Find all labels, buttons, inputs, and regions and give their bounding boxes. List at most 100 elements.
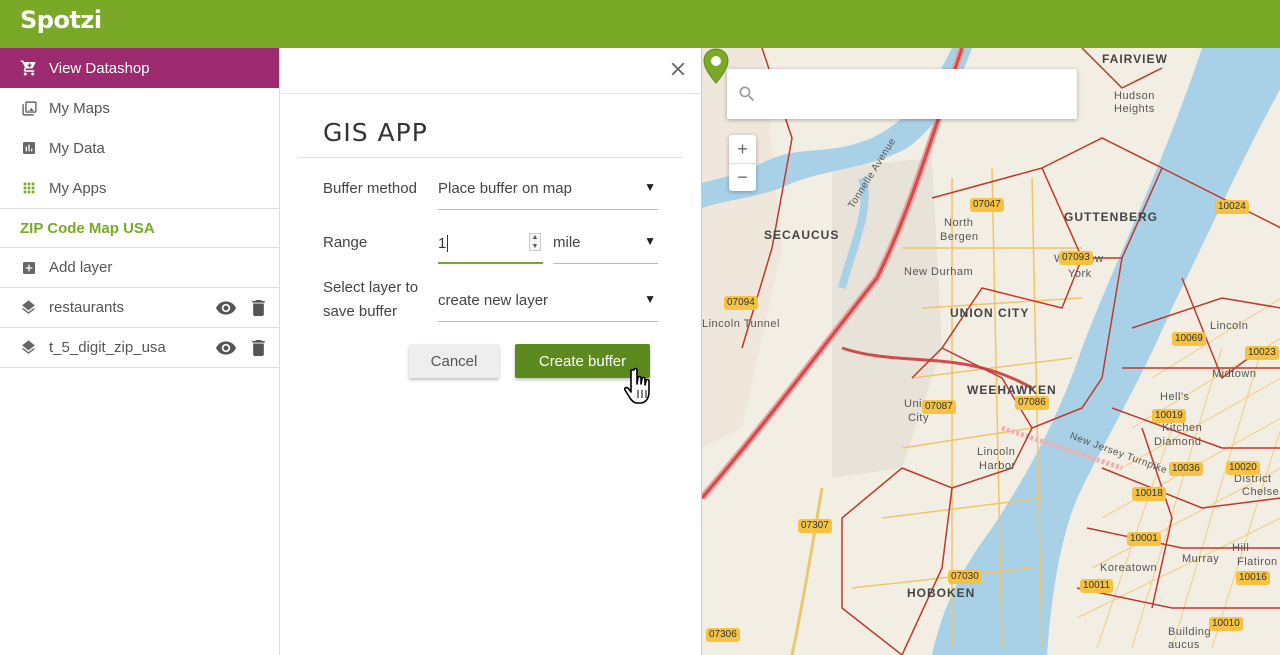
spinner-icon[interactable]: ▲ ▼: [529, 233, 541, 251]
caret-down-icon: ▼: [644, 180, 656, 194]
layers-icon: [20, 299, 38, 316]
place-label: Building: [1168, 626, 1212, 638]
place-label: Hill: [1232, 542, 1250, 554]
place-label: Harbor: [979, 460, 1016, 472]
gis-app-panel: GIS APP Buffer method Place buffer on ma…: [281, 48, 701, 655]
place-label: WEEHAWKEN: [967, 383, 1057, 397]
zip-badge[interactable]: 10016: [1236, 571, 1270, 585]
zip-badge[interactable]: 07087: [922, 400, 956, 414]
zip-badge[interactable]: 10024: [1215, 200, 1249, 214]
place-label: Chelsea: [1242, 486, 1280, 498]
spotzi-logo[interactable]: Spotzi: [20, 6, 102, 34]
save-layer-select[interactable]: create new layer ▼: [438, 286, 658, 322]
nav-my-data[interactable]: My Data: [0, 128, 279, 168]
eye-icon[interactable]: [215, 299, 237, 317]
place-label: Koreatown: [1100, 562, 1158, 574]
place-label: Kitchen: [1162, 422, 1203, 434]
buffer-method-label: Buffer method: [323, 180, 417, 197]
place-label: Hell's: [1160, 391, 1190, 403]
hand-cursor-icon: [624, 367, 650, 404]
divider: [298, 157, 683, 158]
range-input[interactable]: 1 ▲ ▼: [438, 228, 543, 264]
place-label: GUTTENBERG: [1064, 210, 1158, 224]
zip-badge[interactable]: 07093: [1059, 251, 1093, 265]
app-title: GIS APP: [323, 118, 428, 147]
zip-badge[interactable]: 10001: [1127, 532, 1161, 546]
panel-header: [281, 48, 701, 94]
eye-icon[interactable]: [215, 339, 237, 357]
place-label: Lincoln: [977, 446, 1016, 458]
nav-label: View Datashop: [49, 59, 150, 77]
cancel-button[interactable]: Cancel: [409, 344, 499, 378]
zip-badge[interactable]: 07030: [948, 570, 982, 584]
zoom-control: + −: [729, 135, 756, 191]
map-title[interactable]: ZIP Code Map USA: [0, 208, 279, 248]
place-label: Hudson: [1114, 90, 1155, 102]
zoom-out-button[interactable]: −: [729, 163, 756, 191]
sidebar: View Datashop My Maps My Data My Apps ZI…: [0, 48, 280, 655]
nav-label: My Data: [49, 139, 105, 157]
map-search-box[interactable]: [727, 69, 1077, 119]
zip-badge[interactable]: 07047: [970, 198, 1004, 212]
trash-icon[interactable]: [247, 299, 269, 317]
zip-badge[interactable]: 10069: [1172, 332, 1206, 346]
add-layer-button[interactable]: Add layer: [0, 248, 279, 288]
text-caret: [447, 235, 449, 252]
place-label: Lincoln Tunnel: [702, 318, 780, 330]
zip-badge[interactable]: 07094: [724, 296, 758, 310]
layer-name: t_5_digit_zip_usa: [49, 339, 166, 356]
save-layer-label: Select layer to save buffer: [323, 276, 418, 324]
zip-badge[interactable]: 10020: [1226, 461, 1260, 475]
zoom-in-button[interactable]: +: [729, 135, 756, 163]
trash-icon[interactable]: [247, 339, 269, 357]
map-pin-icon[interactable]: [702, 48, 730, 84]
nav-my-maps[interactable]: My Maps: [0, 88, 279, 128]
cart-icon: [20, 59, 38, 77]
zip-badge[interactable]: 10019: [1152, 409, 1186, 423]
zip-badge[interactable]: 10023: [1245, 346, 1279, 360]
place-label: Midtown: [1212, 368, 1257, 380]
place-label: Diamond: [1154, 436, 1202, 448]
caret-down-icon: ▼: [644, 292, 656, 306]
place-label: FAIRVIEW: [1102, 52, 1168, 66]
map-search-input[interactable]: [767, 79, 1067, 109]
zip-badge[interactable]: 10011: [1080, 579, 1114, 593]
zip-badge[interactable]: 10010: [1209, 617, 1243, 631]
add-box-icon: [20, 259, 38, 277]
place-label: York: [1068, 268, 1092, 280]
layers-icon: [20, 339, 38, 356]
zip-badge[interactable]: 07086: [1015, 396, 1049, 410]
nav-label: My Maps: [49, 99, 110, 117]
range-unit-select[interactable]: mile ▼: [553, 228, 658, 264]
zip-badge[interactable]: 07306: [706, 628, 740, 642]
zip-badge[interactable]: 10036: [1169, 462, 1203, 476]
place-label: Lincoln: [1210, 320, 1249, 332]
buffer-method-select[interactable]: Place buffer on map ▼: [438, 174, 658, 210]
top-bar: Spotzi: [0, 0, 1280, 48]
caret-down-icon: ▼: [644, 234, 656, 248]
place-label: New Durham: [904, 266, 974, 278]
zip-badge[interactable]: 07307: [798, 519, 832, 533]
place-label: Murray: [1182, 553, 1220, 565]
zip-badge[interactable]: 10018: [1132, 487, 1166, 501]
layer-name: restaurants: [49, 299, 125, 316]
place-label: HOBOKEN: [907, 586, 976, 600]
layer-row[interactable]: t_5_digit_zip_usa: [0, 328, 279, 368]
layer-row[interactable]: restaurants: [0, 288, 279, 328]
map-view[interactable]: + − FAIRVIEW Hudson Heights GUTTENBERG S…: [701, 48, 1280, 655]
label-line: save buffer: [323, 303, 397, 320]
select-value: Place buffer on map: [438, 180, 572, 197]
place-label: Bergen: [940, 231, 979, 243]
add-layer-label: Add layer: [49, 259, 113, 276]
place-label: Heights: [1114, 103, 1155, 115]
select-value: mile: [553, 234, 581, 251]
apps-grid-icon: [20, 179, 38, 197]
place-label: aucus: [1168, 639, 1200, 651]
place-label: UNION CITY: [950, 306, 1030, 320]
range-label: Range: [323, 234, 368, 251]
bar-chart-icon: [20, 139, 38, 157]
nav-my-apps[interactable]: My Apps: [0, 168, 279, 208]
place-label: North: [944, 217, 974, 229]
close-icon[interactable]: [667, 58, 689, 80]
nav-view-datashop[interactable]: View Datashop: [0, 48, 279, 88]
